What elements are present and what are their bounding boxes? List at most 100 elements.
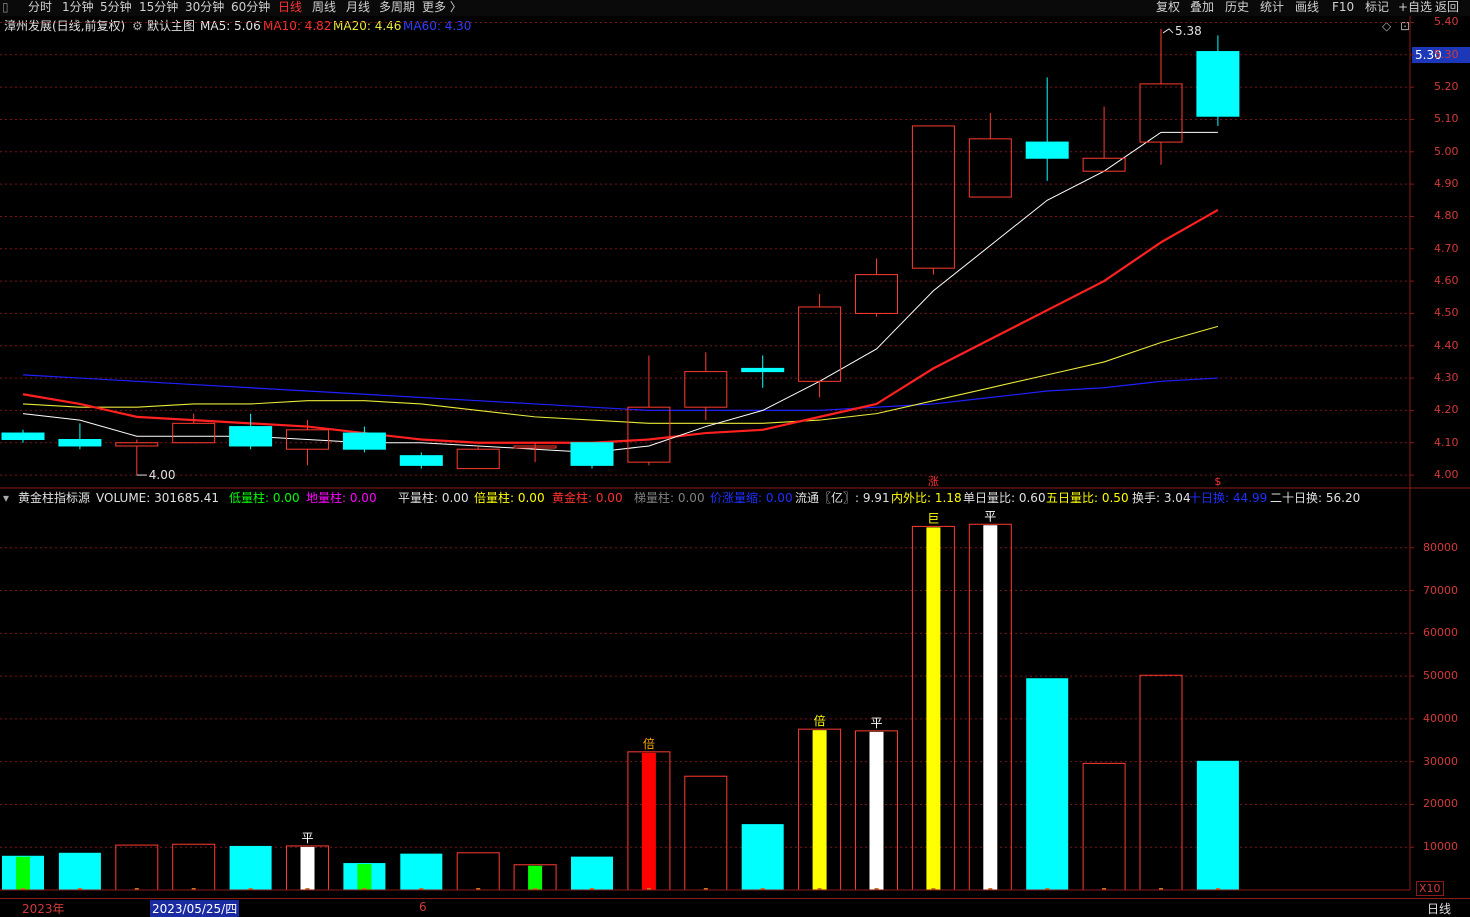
candle xyxy=(399,452,443,469)
candle-body xyxy=(456,448,500,470)
volume-bar-body xyxy=(172,843,216,891)
candle xyxy=(1139,28,1183,165)
candle xyxy=(229,413,273,450)
volume-bar xyxy=(58,852,101,890)
candle-body xyxy=(798,306,842,382)
price-tick-label: 4.20 xyxy=(1434,403,1459,417)
volume-bar xyxy=(1026,678,1069,890)
price-tick-label: 4.90 xyxy=(1434,177,1459,191)
ma60-line xyxy=(22,374,1218,412)
candle xyxy=(911,125,955,275)
price-tick-label: 5.00 xyxy=(1434,144,1459,158)
price-tick-label: 4.40 xyxy=(1434,338,1459,352)
period-label[interactable]: 日线 xyxy=(1427,900,1451,917)
volume-tick-label: 10000 xyxy=(1423,840,1458,854)
volume-bar-body xyxy=(1139,674,1183,891)
volume-bar xyxy=(2,855,44,890)
candle-body xyxy=(627,406,671,463)
volume-bar xyxy=(513,864,557,891)
volume-bar xyxy=(571,856,613,890)
volume-signal-label: 平 xyxy=(984,509,996,523)
volume-bar-body xyxy=(571,856,613,890)
volume-bar xyxy=(172,843,216,891)
volume-bar-body xyxy=(115,844,159,891)
candle-body xyxy=(1139,83,1183,143)
volume-signal-fill xyxy=(16,856,30,890)
candle-body xyxy=(58,439,102,447)
candle xyxy=(456,445,500,470)
candle-body xyxy=(911,125,955,269)
volume-bar-body xyxy=(456,852,500,891)
volume-bar-body xyxy=(229,845,272,890)
month-label: 6 xyxy=(419,900,427,914)
price-tick-label: 5.10 xyxy=(1434,112,1459,126)
volume-bar-body xyxy=(1196,760,1239,890)
price-tick-label: 4.70 xyxy=(1434,241,1459,255)
volume-tick-label: 60000 xyxy=(1423,626,1458,640)
volume-bar-body xyxy=(400,853,443,890)
candle-body xyxy=(1196,51,1240,117)
candle-body xyxy=(1,432,45,441)
volume-signal-label: 倍 xyxy=(643,736,655,751)
volume-bar-body xyxy=(741,824,784,890)
volume-bar-body xyxy=(1026,678,1069,890)
volume-signal-fill xyxy=(528,865,543,890)
high-price-label: 5.38 xyxy=(1175,24,1202,38)
event-mark: $ xyxy=(1214,475,1221,488)
volume-bar xyxy=(286,845,329,891)
price-tick-label: 4.80 xyxy=(1434,209,1459,223)
volume-signal-fill xyxy=(357,864,372,890)
candle xyxy=(1,429,45,443)
candle xyxy=(172,413,216,444)
candle xyxy=(58,423,102,450)
volume-tick-label: 30000 xyxy=(1423,754,1458,768)
candle xyxy=(1025,77,1069,181)
volume-signal-fill xyxy=(812,730,827,890)
volume-tick-label: 80000 xyxy=(1423,540,1458,554)
candle xyxy=(855,258,898,317)
volume-bar xyxy=(741,824,784,890)
volume-bar xyxy=(456,852,500,891)
volume-bar xyxy=(400,853,443,890)
candle-body xyxy=(172,422,216,444)
volume-tick-label: 20000 xyxy=(1423,797,1458,811)
volume-signal-fill xyxy=(641,752,656,890)
candle xyxy=(286,420,329,466)
candle xyxy=(1196,35,1240,126)
candle-body xyxy=(342,432,386,450)
ma10-line xyxy=(22,209,1219,444)
volume-bar xyxy=(1082,762,1126,891)
volume-bar xyxy=(115,844,159,891)
event-mark: 涨 xyxy=(928,475,939,488)
volume-signal-label: 倍 xyxy=(814,713,826,728)
kline-chart[interactable]: 5.384.00 涨 $平倍倍 平巨平 xyxy=(0,0,1470,898)
candle xyxy=(513,442,557,463)
volume-signal-fill xyxy=(869,731,884,890)
candle xyxy=(741,355,785,388)
selected-date: 2023/05/25/四 xyxy=(150,900,240,917)
volume-bar-body xyxy=(58,852,101,890)
volume-tick-label: 50000 xyxy=(1423,669,1458,683)
candle-body xyxy=(570,442,614,466)
volume-bar-body xyxy=(1082,762,1126,891)
candle xyxy=(570,442,614,469)
volume-bar xyxy=(911,525,955,891)
volume-bar xyxy=(1196,760,1239,890)
candle-body xyxy=(741,367,785,373)
candle-body xyxy=(229,426,273,447)
volume-bar xyxy=(798,728,842,891)
candle-body xyxy=(684,371,728,408)
volume-tick-label: 40000 xyxy=(1423,711,1458,725)
candle-body xyxy=(968,138,1012,198)
candle-body xyxy=(1025,141,1069,159)
candle xyxy=(798,294,842,398)
year-label: 2023年 xyxy=(22,902,65,916)
price-tick-label: 4.50 xyxy=(1434,306,1459,320)
volume-bar xyxy=(627,751,671,891)
candle-body xyxy=(855,274,898,314)
volume-bar xyxy=(855,730,898,891)
price-tick-label: 4.00 xyxy=(1434,468,1459,482)
price-tick-label: 4.60 xyxy=(1434,274,1459,288)
price-tick-label: 5.30 xyxy=(1434,47,1459,61)
volume-signal-label: 巨 xyxy=(927,511,939,525)
